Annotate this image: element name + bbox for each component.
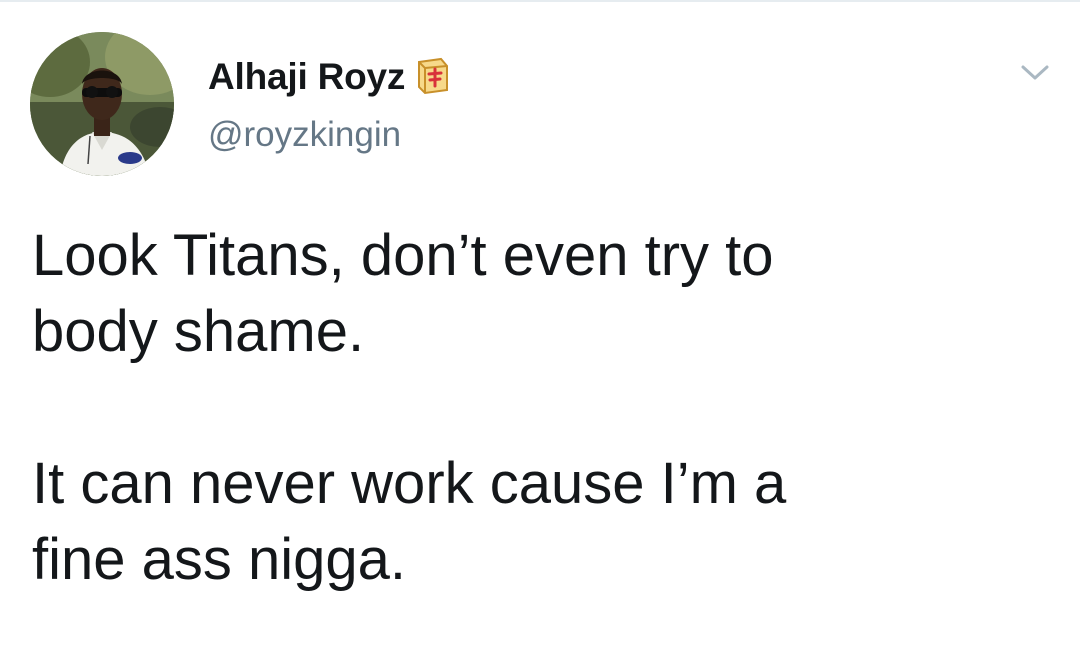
author-display-name[interactable]: Alhaji Royz bbox=[208, 58, 405, 95]
chevron-down-icon[interactable] bbox=[1018, 60, 1052, 84]
tweet-paragraph: It can never work cause I’m a fine ass n… bbox=[32, 451, 787, 592]
top-divider bbox=[0, 0, 1080, 2]
author-name-row: Alhaji Royz bbox=[208, 50, 451, 102]
tweet-paragraph: Look Titans, don’t even try to body sham… bbox=[32, 223, 774, 364]
mahjong-tile-icon bbox=[411, 56, 451, 96]
profile-photo bbox=[30, 32, 174, 176]
avatar[interactable] bbox=[30, 32, 174, 176]
tweet-text: Look Titans, don’t even try to body sham… bbox=[32, 218, 1052, 598]
author-handle[interactable]: @royzkingin bbox=[208, 114, 401, 156]
